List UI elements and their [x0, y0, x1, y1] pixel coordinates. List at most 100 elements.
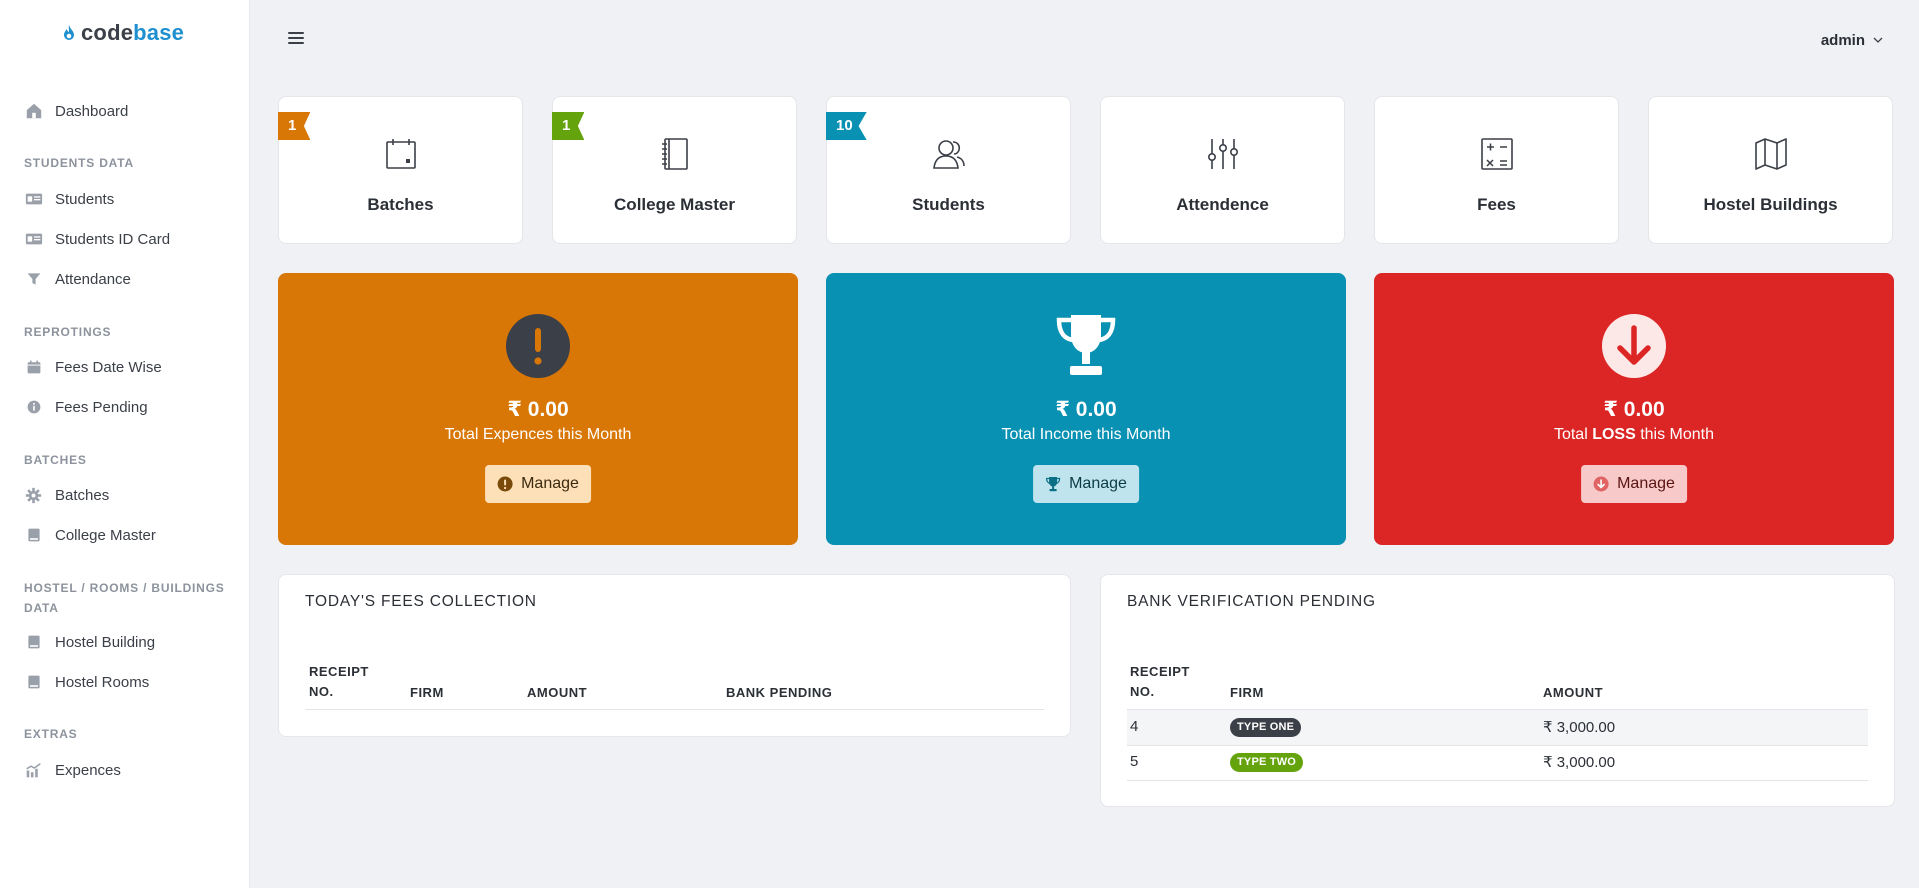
tile-attendence[interactable]: Attendence	[1100, 96, 1345, 244]
exclamation-icon	[506, 314, 570, 378]
column-header: FIRM	[1230, 685, 1264, 700]
sidebar-item-hostel-building[interactable]: Hostel Building	[24, 630, 155, 654]
desc-text: Total Income this Month	[1001, 426, 1171, 443]
manage-loss-button[interactable]: Manage	[1581, 465, 1687, 503]
exclamation-icon	[497, 476, 513, 492]
trophy-icon	[1045, 477, 1061, 492]
tile-label: Batches	[367, 195, 434, 214]
book-icon	[24, 633, 43, 652]
panel-title: BANK VERIFICATION PENDING	[1127, 593, 1376, 610]
loss-amount: ₹ 0.00	[1603, 398, 1665, 421]
count-ribbon: 1	[278, 112, 311, 140]
sidebar-item-label: Dashboard	[55, 102, 129, 120]
income-amount: ₹ 0.00	[1055, 398, 1117, 421]
expenses-card: ₹ 0.00 Total Expences this Month Manage	[278, 273, 798, 545]
column-header: RECEIPT NO.	[1130, 664, 1190, 699]
sidebar-item-fees-pending[interactable]: Fees Pending	[24, 395, 148, 419]
sidebar-item-students-id-card[interactable]: Students ID Card	[24, 227, 170, 251]
brand-logo[interactable]: code base	[62, 20, 184, 46]
receipt-no: 4	[1130, 718, 1139, 735]
menu-toggle-button[interactable]	[288, 32, 304, 44]
button-label: Manage	[1069, 475, 1127, 492]
sidebar-item-attendance[interactable]: Attendance	[24, 267, 131, 291]
chevron-down-icon	[1873, 37, 1883, 43]
hamburger-line	[288, 42, 304, 44]
map-icon	[1754, 138, 1787, 170]
chart-line-icon	[24, 761, 43, 780]
tile-students[interactable]: 10 Students	[826, 96, 1071, 244]
user-name: admin	[1820, 32, 1865, 49]
desc-bold: LOSS	[1592, 426, 1636, 443]
trophy-icon	[1056, 315, 1116, 375]
sidebar-section-students: STUDENTS DATA	[24, 156, 134, 170]
manage-expenses-button[interactable]: Manage	[485, 465, 591, 503]
sidebar-item-students[interactable]: Students	[24, 187, 114, 211]
expenses-description: Total Expences this Month	[278, 426, 798, 444]
tile-label: Hostel Buildings	[1703, 195, 1838, 214]
user-menu[interactable]: admin	[1821, 32, 1883, 49]
tile-fees[interactable]: Fees	[1374, 96, 1619, 244]
sidebar-item-dashboard[interactable]: Dashboard	[24, 99, 128, 123]
flame-icon	[64, 25, 74, 40]
sidebar-item-expences[interactable]: Expences	[24, 758, 121, 782]
filter-icon	[24, 270, 43, 289]
bank-verification-panel: BANK VERIFICATION PENDING RECEIPT NO. FI…	[1100, 574, 1895, 807]
tile-label: College Master	[614, 195, 735, 214]
table-row[interactable]: 4 TYPE ONE ₹ 3,000.00	[1127, 710, 1868, 745]
sidebar-section-hostel: HOSTEL / ROOMS / BUILDINGS DATA	[24, 581, 225, 615]
sidebar-item-label: Attendance	[55, 270, 131, 288]
id-card-icon	[24, 230, 43, 249]
info-icon	[24, 398, 43, 417]
column-header: AMOUNT	[1543, 685, 1604, 700]
table-divider	[1127, 780, 1868, 781]
sidebar-item-label: Fees Pending	[55, 398, 148, 416]
sidebar-item-label: Students	[55, 190, 115, 208]
sidebar-item-batches[interactable]: Batches	[24, 483, 109, 507]
sidebar-item-fees-date-wise[interactable]: Fees Date Wise	[24, 355, 162, 379]
loss-card: ₹ 0.00 Total LOSS this Month Manage	[1374, 273, 1894, 545]
fees-collection-panel: TODAY'S FEES COLLECTION RECEIPT NO. FIRM…	[278, 574, 1071, 737]
desc-text: this Month	[1635, 426, 1715, 443]
firm-badge: TYPE ONE	[1230, 718, 1302, 737]
table-row[interactable]: 5 TYPE TWO ₹ 3,000.00	[1127, 746, 1868, 781]
gear-icon	[24, 486, 43, 505]
notebook-icon	[661, 138, 688, 170]
sidebar-section-batches: BATCHES	[24, 453, 87, 467]
receipt-no: 5	[1130, 753, 1139, 770]
count-ribbon: 10	[826, 112, 867, 140]
tile-label: Students	[912, 195, 985, 214]
income-description: Total Income this Month	[826, 426, 1346, 444]
desc-text: Total	[1553, 426, 1593, 443]
manage-income-button[interactable]: Manage	[1033, 465, 1139, 503]
calendar-icon	[385, 139, 416, 169]
column-header: FIRM	[410, 685, 444, 700]
firm-badge: TYPE TWO	[1230, 753, 1304, 772]
column-header: RECEIPT NO.	[309, 664, 369, 699]
id-card-icon	[24, 190, 43, 209]
sidebar-item-hostel-rooms[interactable]: Hostel Rooms	[24, 670, 149, 694]
button-label: Manage	[1617, 475, 1675, 492]
column-header: BANK PENDING	[726, 685, 833, 700]
sidebar-section-reportings: REPROTINGS	[24, 325, 112, 339]
loss-description: Total LOSS this Month	[1374, 426, 1894, 444]
brand-part1: code	[81, 20, 134, 45]
column-header: AMOUNT	[527, 685, 588, 700]
book-icon	[24, 673, 43, 692]
brand-part2: base	[133, 20, 185, 45]
sidebar: code base Dashboard STUDENTS DATA Student…	[0, 0, 250, 888]
hamburger-line	[288, 32, 304, 34]
sliders-icon	[1207, 139, 1238, 169]
tile-batches[interactable]: 1 Batches	[278, 96, 523, 244]
tile-hostel-buildings[interactable]: Hostel Buildings	[1648, 96, 1893, 244]
income-card: ₹ 0.00 Total Income this Month Manage	[826, 273, 1346, 545]
book-icon	[24, 526, 43, 545]
tile-college-master[interactable]: 1 College Master	[552, 96, 797, 244]
arrow-down-circle-icon	[1593, 476, 1609, 492]
sidebar-item-college-master[interactable]: College Master	[24, 523, 156, 547]
users-icon	[932, 140, 965, 169]
desc-text: Total Expences this Month	[444, 426, 632, 443]
button-label: Manage	[521, 475, 579, 492]
home-icon	[24, 102, 43, 121]
sidebar-section-extras: EXTRAS	[24, 727, 78, 741]
tile-label: Fees	[1477, 195, 1516, 214]
